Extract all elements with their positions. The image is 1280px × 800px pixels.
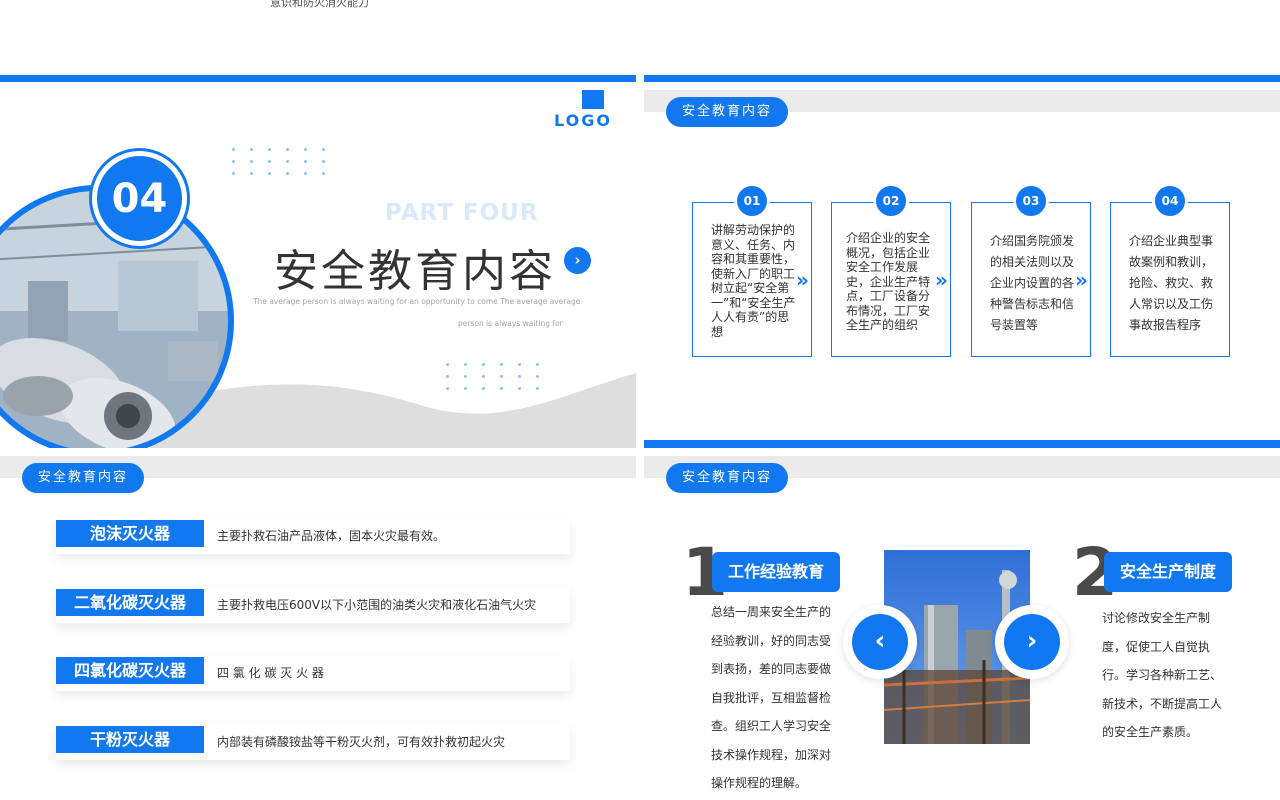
- item-title-safety-system: 安全生产制度: [1104, 552, 1233, 592]
- section-title-pill: 安全教育内容: [22, 463, 145, 493]
- card-text: 介绍企业典型事故案例和教训，抢险、救灾、救人常识以及工伤事故报告程序: [1129, 234, 1214, 332]
- cover-subtitle-line-1: The average person is always waiting for…: [253, 297, 581, 306]
- content-card-4: 04 介绍企业典型事故案例和教训，抢险、救灾、救人常识以及工伤事故报告程序: [1110, 183, 1230, 357]
- card-number-badge: 04: [1152, 183, 1188, 219]
- section-title-pill: 安全教育内容: [666, 463, 789, 493]
- section-title-pill: 安全教育内容: [666, 97, 789, 127]
- section-number-badge: 04: [92, 151, 187, 246]
- content-card-1: 01 讲解劳动保护的意义、任务、内容和其重要性，使新入厂的职工树立起“安全第一”…: [692, 183, 812, 357]
- item-title-work-experience: 工作经验教育: [712, 552, 841, 592]
- item-text-safety-system: 讨论修改安全生产制度，促使工人自觉执行。学习各种新工艺、新技术，不断提高工人的安…: [1102, 611, 1223, 739]
- logo-text: LOGO: [554, 111, 612, 130]
- extinguisher-desc: 主要扑救电压600V以下小范围的油类火灾和液化石油气火灾: [217, 598, 537, 612]
- extinguisher-desc: 主要扑救石油产品液体，固本火灾最有效。: [217, 529, 446, 543]
- previous-slide-strip: 意识和防火消火能力: [0, 0, 1280, 75]
- extinguisher-desc: 内部装有磷酸铵盐等干粉灭火剂，可有效扑救初起火灾: [217, 735, 506, 749]
- dot-grid-decoration: [446, 363, 540, 390]
- slide-thumbnail-extinguishers[interactable]: 安全教育内容 泡沫灭火器 主要扑救石油产品液体，固本火灾最有效。 二氧化碳灭火器…: [0, 456, 636, 800]
- double-chevron-right-icon: »: [1075, 268, 1088, 292]
- cover-subtitle-line-2: person is always waiting for: [458, 319, 563, 328]
- slide-thumbnail-education[interactable]: 安全教育内容 1 工作经验教育 总结一周来安全生产的经验教训，好的同志受到表扬，…: [644, 456, 1280, 800]
- next-button[interactable]: ›: [995, 605, 1069, 679]
- extinguisher-row: 四氯化碳灭火器 四 氯 化 碳 灭 火 器: [56, 655, 570, 691]
- double-chevron-right-icon: »: [935, 268, 948, 292]
- extinguisher-name: 四氯化碳灭火器: [56, 657, 204, 684]
- chevron-right-icon: ›: [564, 247, 591, 274]
- card-number-badge: 02: [873, 183, 909, 219]
- cover-title: 安全教育内容: [274, 246, 556, 297]
- previous-button[interactable]: ‹: [843, 605, 917, 679]
- content-card-3: 03 介绍国务院颁发的相关法则以及企业内设置的各种警告标志和信号装置等: [971, 183, 1091, 357]
- content-card-2: 02 介绍企业的安全概况，包括企业安全工作发展史，企业生产特点，工厂设备分布情况…: [831, 183, 951, 357]
- dot-grid-decoration: [232, 148, 326, 175]
- card-number-badge: 01: [734, 183, 770, 219]
- slide-thumbnail-content[interactable]: 安全教育内容 01 讲解劳动保护的意义、任务、内容和其重要性，使新入厂的职工树立…: [644, 75, 1280, 448]
- card-number-badge: 03: [1013, 183, 1049, 219]
- logo-square-icon: [582, 90, 604, 109]
- extinguisher-row: 泡沫灭火器 主要扑救石油产品液体，固本火灾最有效。: [56, 518, 570, 554]
- double-chevron-right-icon: »: [796, 268, 809, 292]
- previous-slide-text-fragment: 意识和防火消火能力: [270, 0, 369, 9]
- chevron-left-icon: ‹: [852, 614, 908, 670]
- slide-thumbnail-cover[interactable]: LOGO 04 PART FOUR 安全教育内容 › The average p…: [0, 75, 636, 448]
- extinguisher-desc: 四 氯 化 碳 灭 火 器: [217, 666, 324, 680]
- slide-bottom-accent-bar: [644, 440, 1280, 448]
- slide-top-accent-bar: [644, 75, 1280, 82]
- extinguisher-name: 干粉灭火器: [56, 726, 204, 753]
- card-text: 讲解劳动保护的意义、任务、内容和其重要性，使新入厂的职工树立起“安全第一”和“安…: [711, 223, 796, 339]
- extinguisher-row: 二氧化碳灭火器 主要扑救电压600V以下小范围的油类火灾和液化石油气火灾: [56, 587, 570, 623]
- chevron-right-icon: ›: [1004, 614, 1060, 670]
- extinguisher-row: 干粉灭火器 内部装有磷酸铵盐等干粉灭火剂，可有效扑救初起火灾: [56, 724, 570, 760]
- card-text: 介绍企业的安全概况，包括企业安全工作发展史，企业生产特点，工厂设备分布情况，工厂…: [846, 231, 931, 332]
- extinguisher-name: 泡沫灭火器: [56, 520, 204, 547]
- item-text-work-experience: 总结一周来安全生产的经验教训，好的同志受到表扬，差的同志要做自我批评，互相监督检…: [711, 605, 832, 790]
- extinguisher-name: 二氧化碳灭火器: [56, 589, 204, 616]
- part-label: PART FOUR: [385, 200, 539, 226]
- card-text: 介绍国务院颁发的相关法则以及企业内设置的各种警告标志和信号装置等: [990, 234, 1075, 332]
